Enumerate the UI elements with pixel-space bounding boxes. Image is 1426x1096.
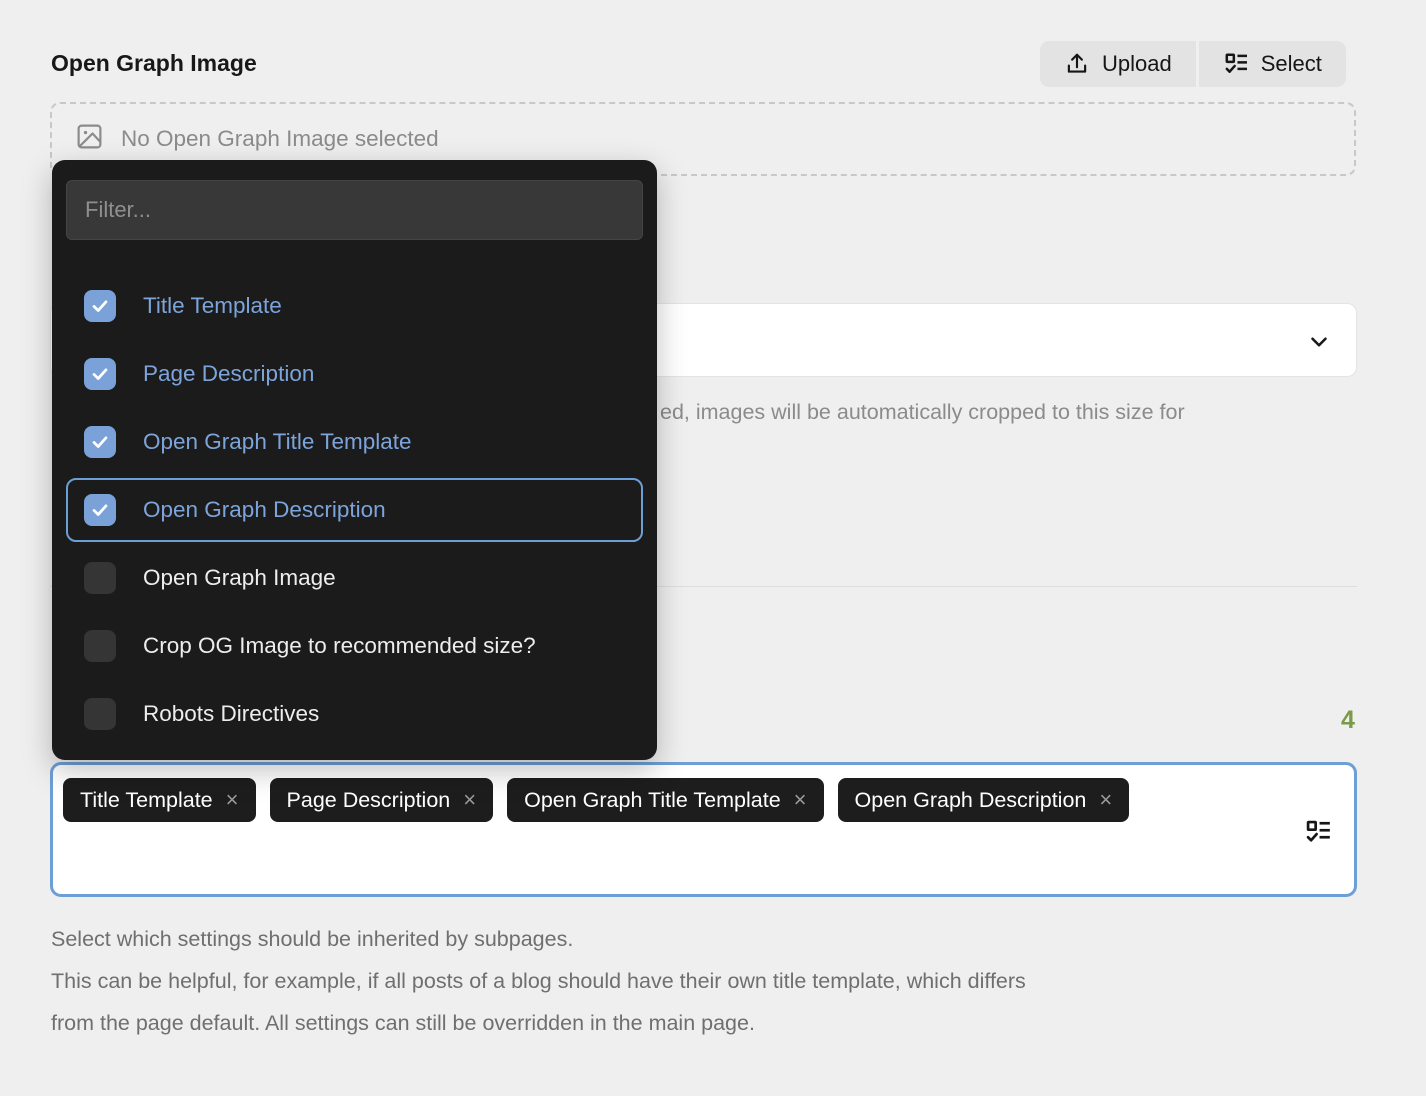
- option-page-description[interactable]: Page Description: [66, 342, 643, 406]
- tag-label: Page Description: [287, 788, 451, 813]
- tag-label: Open Graph Title Template: [524, 788, 781, 813]
- tag-open-graph-description: Open Graph Description ×: [838, 778, 1130, 822]
- tag-label: Title Template: [80, 788, 213, 813]
- option-title-template[interactable]: Title Template: [66, 274, 643, 338]
- remove-tag-icon[interactable]: ×: [1099, 789, 1112, 811]
- option-label: Robots Directives: [143, 701, 319, 727]
- option-label: Title Template: [143, 293, 282, 319]
- asset-placeholder-text: No Open Graph Image selected: [121, 126, 439, 152]
- option-label: Crop OG Image to recommended size?: [143, 633, 536, 659]
- checkbox-checked-icon[interactable]: [84, 426, 116, 458]
- page: Open Graph Image Upload Select: [0, 0, 1426, 1096]
- upload-button[interactable]: Upload: [1040, 41, 1196, 87]
- option-open-graph-title-template[interactable]: Open Graph Title Template: [66, 410, 643, 474]
- image-icon: [75, 122, 104, 157]
- checkbox-checked-icon[interactable]: [84, 494, 116, 526]
- option-open-graph-description[interactable]: Open Graph Description: [66, 478, 643, 542]
- settings-multiselect-dropdown: Title Template Page Description Open Gra…: [52, 160, 657, 760]
- checkbox-unchecked-icon[interactable]: [84, 630, 116, 662]
- tag-page-description: Page Description ×: [270, 778, 494, 822]
- option-label: Open Graph Title Template: [143, 429, 411, 455]
- selected-count-badge: 4: [1341, 706, 1355, 735]
- remove-tag-icon[interactable]: ×: [463, 789, 476, 811]
- checklist-icon[interactable]: [1304, 818, 1332, 851]
- select-button[interactable]: Select: [1199, 41, 1346, 87]
- inherited-settings-tags-field[interactable]: Title Template × Page Description × Open…: [50, 762, 1357, 897]
- checklist-icon: [1223, 51, 1249, 77]
- help-text-line: Select which settings should be inherite…: [51, 918, 1026, 960]
- field-label: Open Graph Image: [51, 50, 257, 77]
- remove-tag-icon[interactable]: ×: [226, 789, 239, 811]
- help-text: Select which settings should be inherite…: [51, 918, 1026, 1044]
- help-text-line: This can be helpful, for example, if all…: [51, 960, 1026, 1002]
- checkbox-checked-icon[interactable]: [84, 290, 116, 322]
- checkbox-unchecked-icon[interactable]: [84, 562, 116, 594]
- chevron-down-icon: [1306, 329, 1332, 360]
- select-button-label: Select: [1261, 51, 1322, 77]
- option-crop-og-image[interactable]: Crop OG Image to recommended size?: [66, 614, 643, 678]
- option-open-graph-image[interactable]: Open Graph Image: [66, 546, 643, 610]
- tag-label: Open Graph Description: [855, 788, 1087, 813]
- checkbox-unchecked-icon[interactable]: [84, 698, 116, 730]
- tag-title-template: Title Template ×: [63, 778, 256, 822]
- remove-tag-icon[interactable]: ×: [794, 789, 807, 811]
- tag-open-graph-title-template: Open Graph Title Template ×: [507, 778, 823, 822]
- filter-input[interactable]: [66, 180, 643, 240]
- option-list: Title Template Page Description Open Gra…: [52, 274, 657, 746]
- upload-icon: [1064, 51, 1090, 77]
- checkbox-checked-icon[interactable]: [84, 358, 116, 390]
- help-text-line: from the page default. All settings can …: [51, 1002, 1026, 1044]
- asset-button-group: Upload Select: [1040, 41, 1346, 87]
- format-select-caption: ed, images will be automatically cropped…: [660, 400, 1185, 425]
- option-label: Open Graph Image: [143, 565, 336, 591]
- option-label: Page Description: [143, 361, 314, 387]
- option-label: Open Graph Description: [143, 497, 386, 523]
- upload-button-label: Upload: [1102, 51, 1172, 77]
- option-robots-directives[interactable]: Robots Directives: [66, 682, 643, 746]
